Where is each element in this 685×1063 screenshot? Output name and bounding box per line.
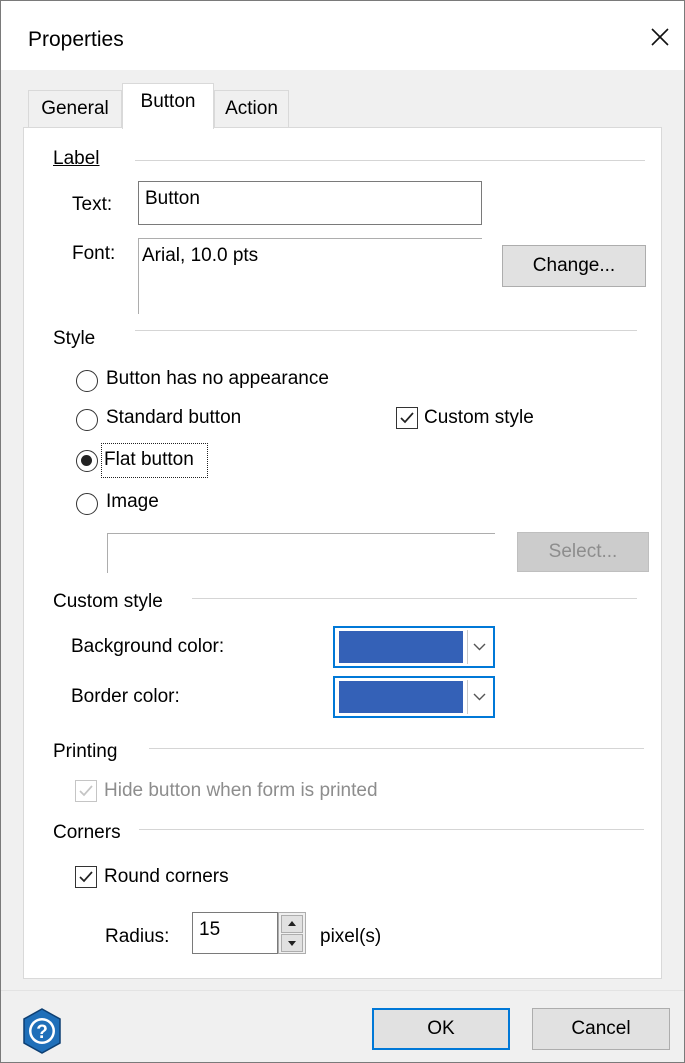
footer-divider: [1, 990, 684, 991]
corners-group-title: Corners: [53, 822, 121, 843]
spin-down-icon[interactable]: [281, 934, 303, 952]
custom-style-checkbox[interactable]: [396, 407, 418, 429]
change-font-button[interactable]: Change...: [502, 245, 646, 287]
select-image-button[interactable]: Select...: [517, 532, 649, 572]
style-group-divider: [135, 330, 637, 331]
background-color-swatch: [339, 631, 463, 663]
round-corners-checkbox[interactable]: [75, 866, 97, 888]
tab-action[interactable]: Action: [214, 90, 289, 128]
background-color-picker[interactable]: [333, 626, 495, 668]
radius-spinner[interactable]: [278, 912, 306, 954]
custom-style-group-title: Custom style: [53, 591, 163, 612]
custom-style-checkbox-label[interactable]: Custom style: [424, 407, 534, 429]
radius-input[interactable]: 15: [192, 912, 278, 954]
close-icon[interactable]: [645, 22, 675, 52]
help-icon[interactable]: ?: [22, 1007, 62, 1055]
radio-image[interactable]: [76, 493, 98, 515]
label-group-title: Label: [53, 148, 100, 169]
radio-standard-button[interactable]: [76, 409, 98, 431]
printing-group-title: Printing: [53, 741, 118, 762]
radius-label: Radius:: [105, 926, 170, 947]
background-color-label: Background color:: [71, 636, 225, 657]
printing-group-divider: [149, 748, 644, 749]
spin-up-icon[interactable]: [281, 915, 303, 933]
ok-button[interactable]: OK: [372, 1008, 510, 1050]
border-color-label: Border color:: [71, 686, 180, 707]
tab-general[interactable]: General: [28, 90, 122, 128]
change-font-button-label: Change...: [532, 255, 616, 276]
style-group-title: Style: [53, 328, 96, 349]
font-label: Font:: [72, 243, 116, 264]
radio-no-appearance[interactable]: [76, 370, 98, 392]
image-path-input[interactable]: [107, 533, 495, 573]
tab-button[interactable]: Button: [122, 83, 214, 129]
radio-flat-button[interactable]: [76, 450, 98, 472]
hide-when-printed-checkbox[interactable]: [75, 780, 97, 802]
text-input[interactable]: Button: [138, 181, 482, 225]
corners-group-divider: [139, 829, 644, 830]
hide-when-printed-label[interactable]: Hide button when form is printed: [104, 780, 378, 802]
no-appearance-label[interactable]: Button has no appearance: [106, 368, 329, 390]
label-group-divider: [135, 160, 645, 161]
standard-button-label[interactable]: Standard button: [106, 407, 241, 429]
custom-style-group-divider: [192, 598, 637, 599]
cancel-button[interactable]: Cancel: [532, 1008, 670, 1050]
font-display: Arial, 10.0 pts: [138, 238, 482, 314]
text-label: Text:: [72, 194, 113, 215]
radius-unit-label: pixel(s): [320, 926, 382, 947]
svg-text:?: ?: [36, 1022, 48, 1043]
window-title: Properties: [28, 28, 124, 51]
chevron-down-icon[interactable]: [467, 630, 491, 664]
border-color-picker[interactable]: [333, 676, 495, 718]
image-label[interactable]: Image: [106, 491, 159, 513]
flat-button-label[interactable]: Flat button: [104, 449, 194, 471]
chevron-down-icon[interactable]: [467, 680, 491, 714]
border-color-swatch: [339, 681, 463, 713]
round-corners-label[interactable]: Round corners: [104, 866, 229, 888]
